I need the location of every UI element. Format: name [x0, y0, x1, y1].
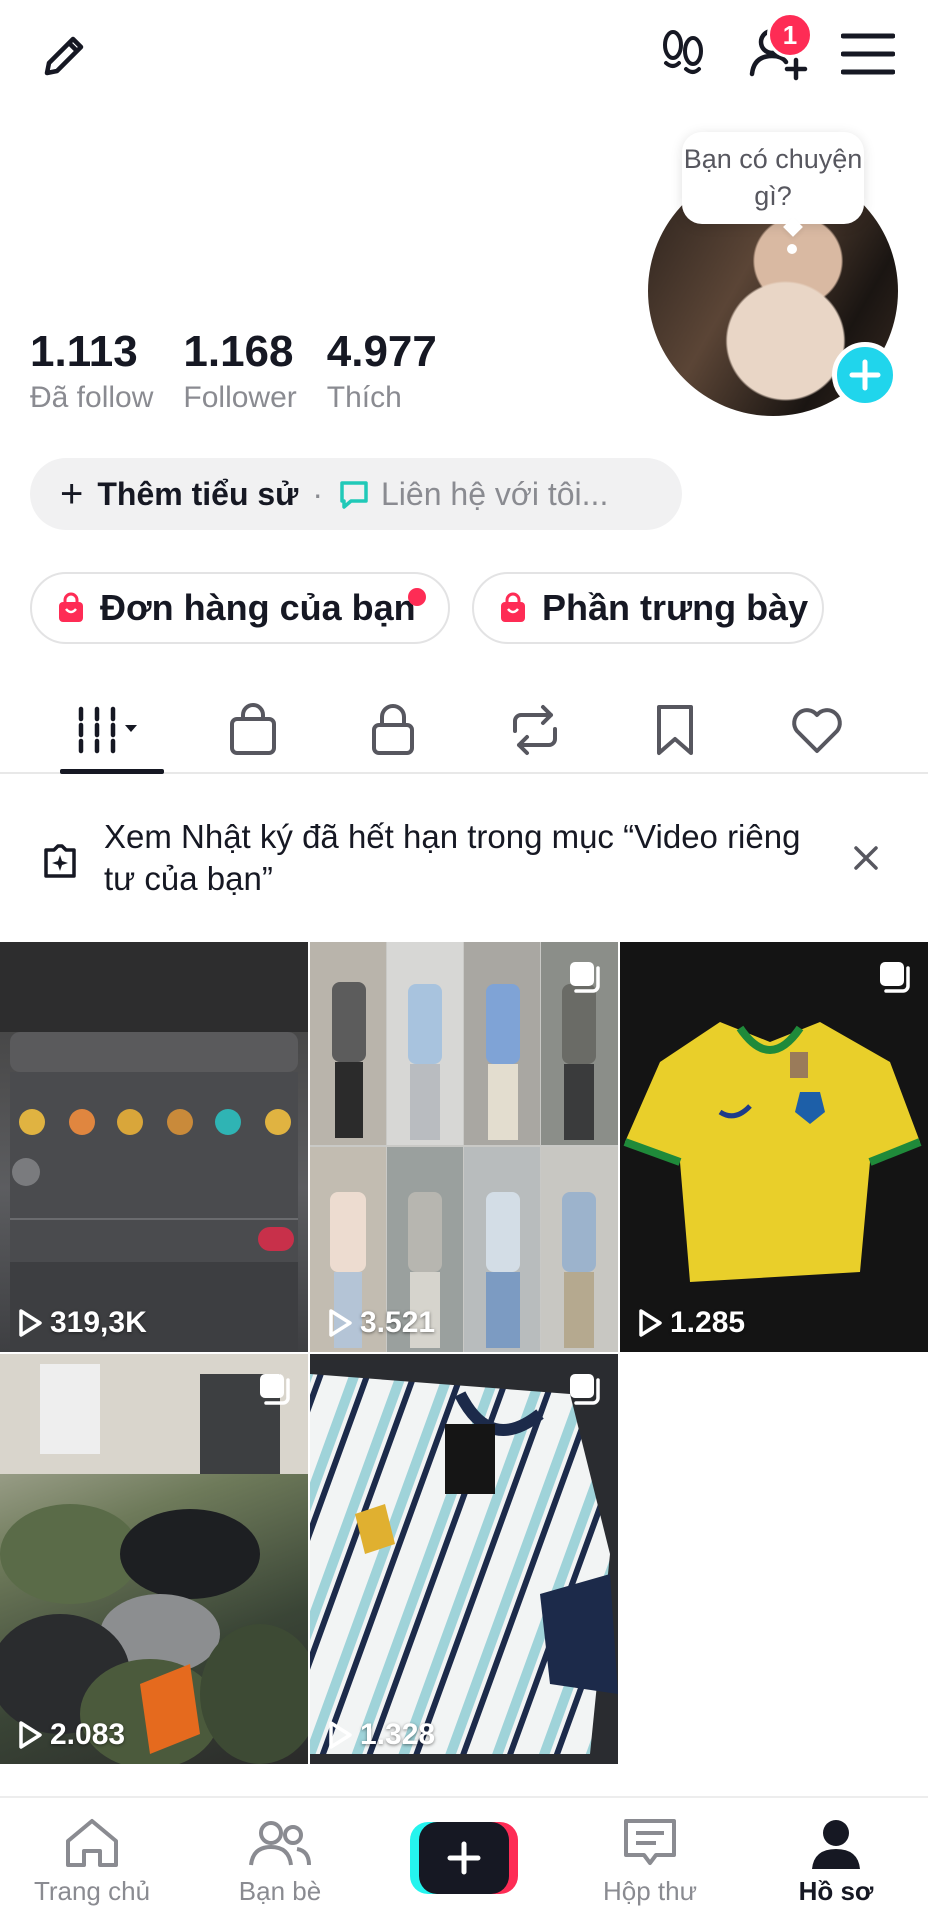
- nav-friends-label: Bạn bè: [238, 1876, 322, 1906]
- expired-diary-notice[interactable]: Xem Nhật ký đã hết hạn trong mục “Video …: [0, 776, 928, 940]
- showcase-label: Phần trưng bày: [542, 587, 809, 628]
- bubble-dot: [787, 244, 797, 254]
- stat-following-value: 1.113: [30, 327, 138, 376]
- thumbnail-image: [0, 1354, 308, 1764]
- grid-icon: [78, 706, 137, 754]
- nav-inbox[interactable]: Hộp thư: [570, 1810, 730, 1907]
- stat-followers[interactable]: 1.168 Follower: [183, 326, 296, 418]
- multi-photo-icon: [566, 1370, 604, 1413]
- video-thumbnail[interactable]: 319,3K: [0, 942, 308, 1352]
- tab-shop[interactable]: [198, 686, 308, 774]
- tab-saved[interactable]: [620, 686, 730, 774]
- avatar-add-button[interactable]: [832, 342, 898, 408]
- nav-friends[interactable]: Bạn bè: [200, 1810, 360, 1907]
- nav-home[interactable]: Trang chủ: [12, 1810, 172, 1907]
- notice-text: Xem Nhật ký đã hết hạn trong mục “Video …: [104, 818, 801, 897]
- home-icon: [12, 1810, 172, 1876]
- profile-icon: [756, 1810, 916, 1876]
- diary-icon: [38, 840, 82, 889]
- view-count-value: 2.083: [50, 1718, 126, 1751]
- inbox-icon: [570, 1810, 730, 1876]
- plus-icon: +: [60, 472, 84, 516]
- nav-profile[interactable]: Hồ sơ: [756, 1810, 916, 1907]
- tab-liked[interactable]: [762, 686, 872, 774]
- plus-icon: [447, 1841, 481, 1875]
- thumbnail-image: [623, 1022, 922, 1282]
- view-count: 1.285: [636, 1306, 745, 1340]
- play-icon: [329, 1721, 352, 1749]
- multi-photo-icon: [566, 958, 604, 1001]
- view-count-value: 1.285: [670, 1306, 746, 1339]
- view-count-value: 3.521: [360, 1306, 436, 1339]
- content-tabs: [0, 686, 928, 774]
- chat-icon: [340, 481, 368, 509]
- edit-profile-icon[interactable]: [30, 20, 100, 90]
- thumbnail-image: [310, 1354, 618, 1764]
- close-icon[interactable]: [850, 842, 882, 879]
- stat-likes-label: Thích: [326, 381, 402, 414]
- heart-icon: [792, 708, 842, 753]
- nav-profile-label: Hồ sơ: [798, 1876, 874, 1906]
- stat-followers-value: 1.168: [183, 327, 294, 376]
- view-count: 3.521: [326, 1306, 435, 1340]
- thumbnail-image: [0, 942, 308, 1352]
- view-count-value: 1.328: [360, 1718, 436, 1751]
- create-button[interactable]: [410, 1822, 518, 1894]
- stat-following[interactable]: 1.113 Đã follow: [30, 326, 153, 418]
- stat-likes-value: 4.977: [326, 327, 437, 376]
- shopping-bag-icon: [496, 591, 530, 625]
- notification-badge: 1: [767, 12, 813, 58]
- shopping-bag-icon: [230, 703, 276, 755]
- friends-icon: [200, 1810, 360, 1876]
- create-button-core: [419, 1822, 509, 1894]
- multi-photo-icon: [256, 1370, 294, 1413]
- video-thumbnail[interactable]: 2.083: [0, 1354, 308, 1764]
- view-count-value: 319,3K: [50, 1306, 147, 1339]
- video-thumbnail[interactable]: 1.285: [620, 942, 928, 1352]
- avatar-status-bubble[interactable]: Bạn có chuyện gì?: [682, 132, 864, 224]
- shopping-bag-icon: [54, 591, 88, 625]
- multi-photo-icon: [876, 958, 914, 1001]
- stat-following-label: Đã follow: [30, 381, 154, 414]
- top-bar: 1: [0, 0, 928, 110]
- menu-icon[interactable]: [832, 18, 904, 90]
- video-thumbnail[interactable]: 3.521: [310, 942, 618, 1352]
- profile-stats: 1.113 Đã follow 1.168 Follower 4.977 Thí…: [30, 326, 467, 418]
- play-icon: [19, 1309, 42, 1337]
- video-thumbnail[interactable]: 1.328: [310, 1354, 618, 1764]
- add-bio-button[interactable]: Thêm tiểu sử: [97, 476, 298, 513]
- play-icon: [329, 1309, 352, 1337]
- view-count: 319,3K: [16, 1306, 147, 1340]
- nav-home-label: Trang chủ: [33, 1876, 151, 1906]
- tab-reposts[interactable]: [480, 686, 590, 774]
- bio-contact-pill[interactable]: + Thêm tiểu sử · Liên hệ với tôi...: [30, 458, 682, 530]
- repost-icon: [513, 705, 557, 755]
- tab-videos[interactable]: [56, 686, 166, 774]
- play-icon: [19, 1721, 42, 1749]
- bottom-navigation: Trang chủ Bạn bè Hộp thư Hồ sơ: [0, 1796, 928, 1920]
- showcase-chip[interactable]: Phần trưng bày: [472, 572, 824, 644]
- bookmark-icon: [657, 705, 693, 755]
- view-count: 1.328: [326, 1718, 435, 1752]
- stat-followers-label: Follower: [183, 381, 297, 414]
- orders-chip[interactable]: Đơn hàng của bạn: [30, 572, 450, 644]
- footprint-icon[interactable]: [648, 18, 718, 88]
- stat-likes[interactable]: 4.977 Thích: [327, 326, 437, 418]
- tab-private[interactable]: [338, 686, 448, 774]
- view-count: 2.083: [16, 1718, 125, 1752]
- thumbnail-image: [310, 942, 618, 1352]
- lock-icon: [372, 704, 414, 755]
- orders-label: Đơn hàng của bạn: [100, 587, 416, 628]
- play-icon: [639, 1309, 662, 1337]
- contact-me-link[interactable]: Liên hệ với tôi...: [381, 476, 608, 513]
- separator-dot: ·: [312, 475, 323, 512]
- active-tab-indicator: [60, 769, 164, 774]
- orders-notification-dot: [408, 588, 426, 606]
- nav-inbox-label: Hộp thư: [602, 1876, 697, 1906]
- plus-icon: [849, 359, 881, 391]
